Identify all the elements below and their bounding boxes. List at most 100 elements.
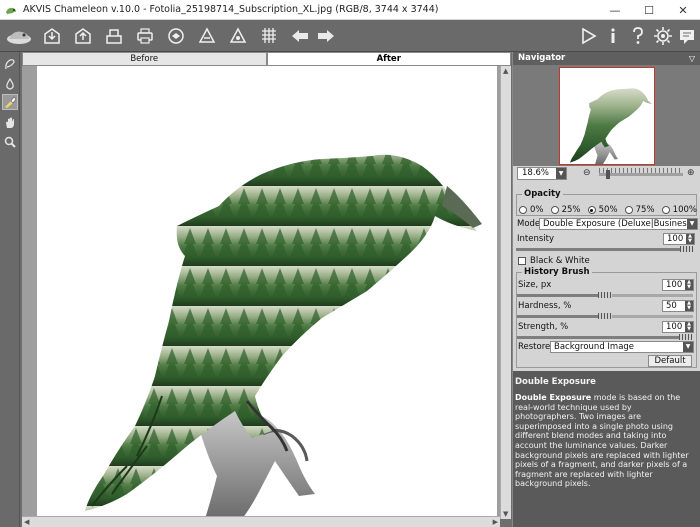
size-slider[interactable] [517, 292, 693, 298]
intensity-slider-thumb[interactable] [680, 246, 694, 252]
batch-icon[interactable] [102, 24, 126, 48]
navigator-preview-image [570, 88, 652, 164]
navigator-title: Navigator [518, 53, 566, 63]
restore-select[interactable]: Background Image ▼ [550, 341, 694, 353]
close-button[interactable]: ✕ [666, 0, 700, 20]
intensity-slider[interactable] [516, 246, 694, 252]
radio-dot[interactable] [587, 206, 596, 214]
radio-dot[interactable] [519, 206, 527, 214]
opacity-radio-50[interactable]: 50% [587, 205, 618, 215]
scroll-up-arrow-icon[interactable]: ▲ [503, 67, 508, 75]
vertical-scrollbar[interactable]: ▲ ▼ [500, 66, 511, 519]
zoom-icon[interactable] [2, 134, 18, 150]
default-button[interactable]: Default [648, 355, 692, 367]
radio-dot[interactable] [661, 206, 670, 214]
opacity-radio-25[interactable]: 25% [550, 205, 581, 215]
horizontal-scrollbar[interactable]: ◀ ▶ [22, 516, 500, 527]
stepper-arrows-icon[interactable]: ▲ ▼ [685, 322, 693, 332]
help-title: Double Exposure [515, 377, 596, 387]
zoom-select[interactable]: 18.6% ▼ [517, 167, 567, 180]
hand-icon[interactable] [2, 115, 18, 131]
mode-value: Double Exposure (Deluxe|Business) [543, 219, 695, 229]
opacity-radio-label: 25% [561, 205, 581, 215]
maximize-button[interactable]: ☐ [632, 0, 666, 20]
settings-icon[interactable] [651, 24, 675, 48]
help-text: Double Exposure mode is based on the rea… [515, 393, 695, 489]
opacity-title: Opacity [522, 189, 563, 199]
zoom-out-icon[interactable]: ⊖ [583, 168, 591, 178]
share-icon[interactable] [164, 24, 188, 48]
scroll-down-arrow-icon[interactable]: ▼ [503, 510, 508, 518]
chevron-down-icon[interactable]: ▼ [683, 342, 693, 352]
strength-slider[interactable] [517, 334, 693, 340]
open-icon[interactable] [40, 24, 64, 48]
drop-icon[interactable] [2, 76, 18, 92]
tab-before[interactable]: Before [22, 52, 267, 66]
akvis-logo-icon[interactable] [4, 24, 34, 48]
intensity-label: Intensity [517, 234, 554, 244]
restore-row: Restore Background Image ▼ [517, 341, 696, 354]
intensity-row: Intensity 100 ▲ ▼ [516, 233, 697, 246]
navigator-header: Navigator ▽ [513, 52, 700, 65]
zoom-slider-thumb[interactable] [605, 170, 610, 179]
settings-panel: Navigator ▽ 18.6% ▼ ⊖ ⊕ Opacity 0% 25% 50%… [512, 52, 700, 527]
hardness-label: Hardness, % [518, 301, 572, 311]
history-brush-group: History Brush Size, px 100 ▲ ▼ Hardness, … [516, 267, 697, 368]
plugin-icon[interactable] [195, 24, 219, 48]
chat-icon[interactable] [675, 24, 699, 48]
size-value: 100 [666, 280, 683, 290]
save-icon[interactable] [71, 24, 95, 48]
help-icon[interactable] [626, 24, 650, 48]
tool-sidebar [0, 52, 20, 527]
scroll-left-arrow-icon[interactable]: ◀ [24, 518, 29, 526]
restore-value: Background Image [554, 342, 635, 352]
strength-slider-fill [517, 336, 693, 339]
chameleon-app-icon [6, 7, 16, 14]
size-slider-thumb[interactable] [598, 292, 612, 298]
image-canvas[interactable] [37, 66, 497, 519]
minimize-button[interactable]: — [598, 0, 632, 20]
collapse-chevron-icon[interactable]: ▽ [689, 52, 695, 65]
chevron-down-icon[interactable]: ▼ [556, 168, 566, 179]
hardness-value: 50 [666, 301, 677, 311]
navigator-thumbnail[interactable] [559, 67, 655, 165]
stepper-arrows-icon[interactable]: ▲ ▼ [685, 301, 693, 311]
size-stepper[interactable]: 100 ▲ ▼ [662, 279, 694, 291]
hardness-stepper[interactable]: 50 ▲ ▼ [662, 300, 694, 312]
zoom-row: 18.6% ▼ ⊖ ⊕ [513, 166, 700, 182]
stepper-arrows-icon[interactable]: ▲ ▼ [685, 280, 693, 290]
redo-arrow-icon[interactable] [314, 24, 338, 48]
strength-slider-thumb[interactable] [679, 334, 693, 340]
chevron-down-icon[interactable]: ▼ [687, 219, 697, 229]
zoom-in-icon[interactable]: ⊕ [687, 168, 695, 178]
zoom-slider[interactable] [599, 173, 683, 176]
run-icon[interactable] [576, 24, 600, 48]
intensity-slider-fill [516, 248, 694, 251]
brush-icon[interactable] [226, 24, 250, 48]
view-tabs: Before After [22, 52, 511, 66]
stepper-arrows-icon[interactable]: ▲ ▼ [686, 234, 694, 244]
opacity-radio-0[interactable]: 0% [519, 205, 544, 215]
opacity-radio-75[interactable]: 75% [624, 205, 655, 215]
radio-dot[interactable] [550, 206, 559, 214]
size-label: Size, px [518, 280, 552, 290]
hardness-slider[interactable] [517, 313, 693, 319]
hardness-slider-thumb[interactable] [598, 313, 612, 319]
mode-select[interactable]: Double Exposure (Deluxe|Business) ▼ [539, 218, 698, 230]
grid-icon[interactable] [257, 24, 281, 48]
intensity-stepper[interactable]: 100 ▲ ▼ [663, 233, 695, 245]
history-brush-icon[interactable] [2, 94, 18, 110]
info-icon[interactable] [601, 24, 625, 48]
opacity-radio-100[interactable]: 100% [661, 205, 697, 215]
tab-after[interactable]: After [266, 52, 511, 66]
strength-stepper[interactable]: 100 ▲ ▼ [662, 321, 694, 333]
main-toolbar [0, 20, 700, 52]
undo-arrow-icon[interactable] [288, 24, 312, 48]
print-icon[interactable] [133, 24, 157, 48]
scroll-right-arrow-icon[interactable]: ▶ [493, 518, 498, 526]
black-white-checkbox[interactable] [518, 257, 526, 265]
opacity-radio-label: 100% [672, 205, 697, 215]
radio-dot[interactable] [624, 206, 633, 214]
history-brush-title: History Brush [522, 267, 592, 277]
selection-brush-icon[interactable] [2, 56, 18, 72]
